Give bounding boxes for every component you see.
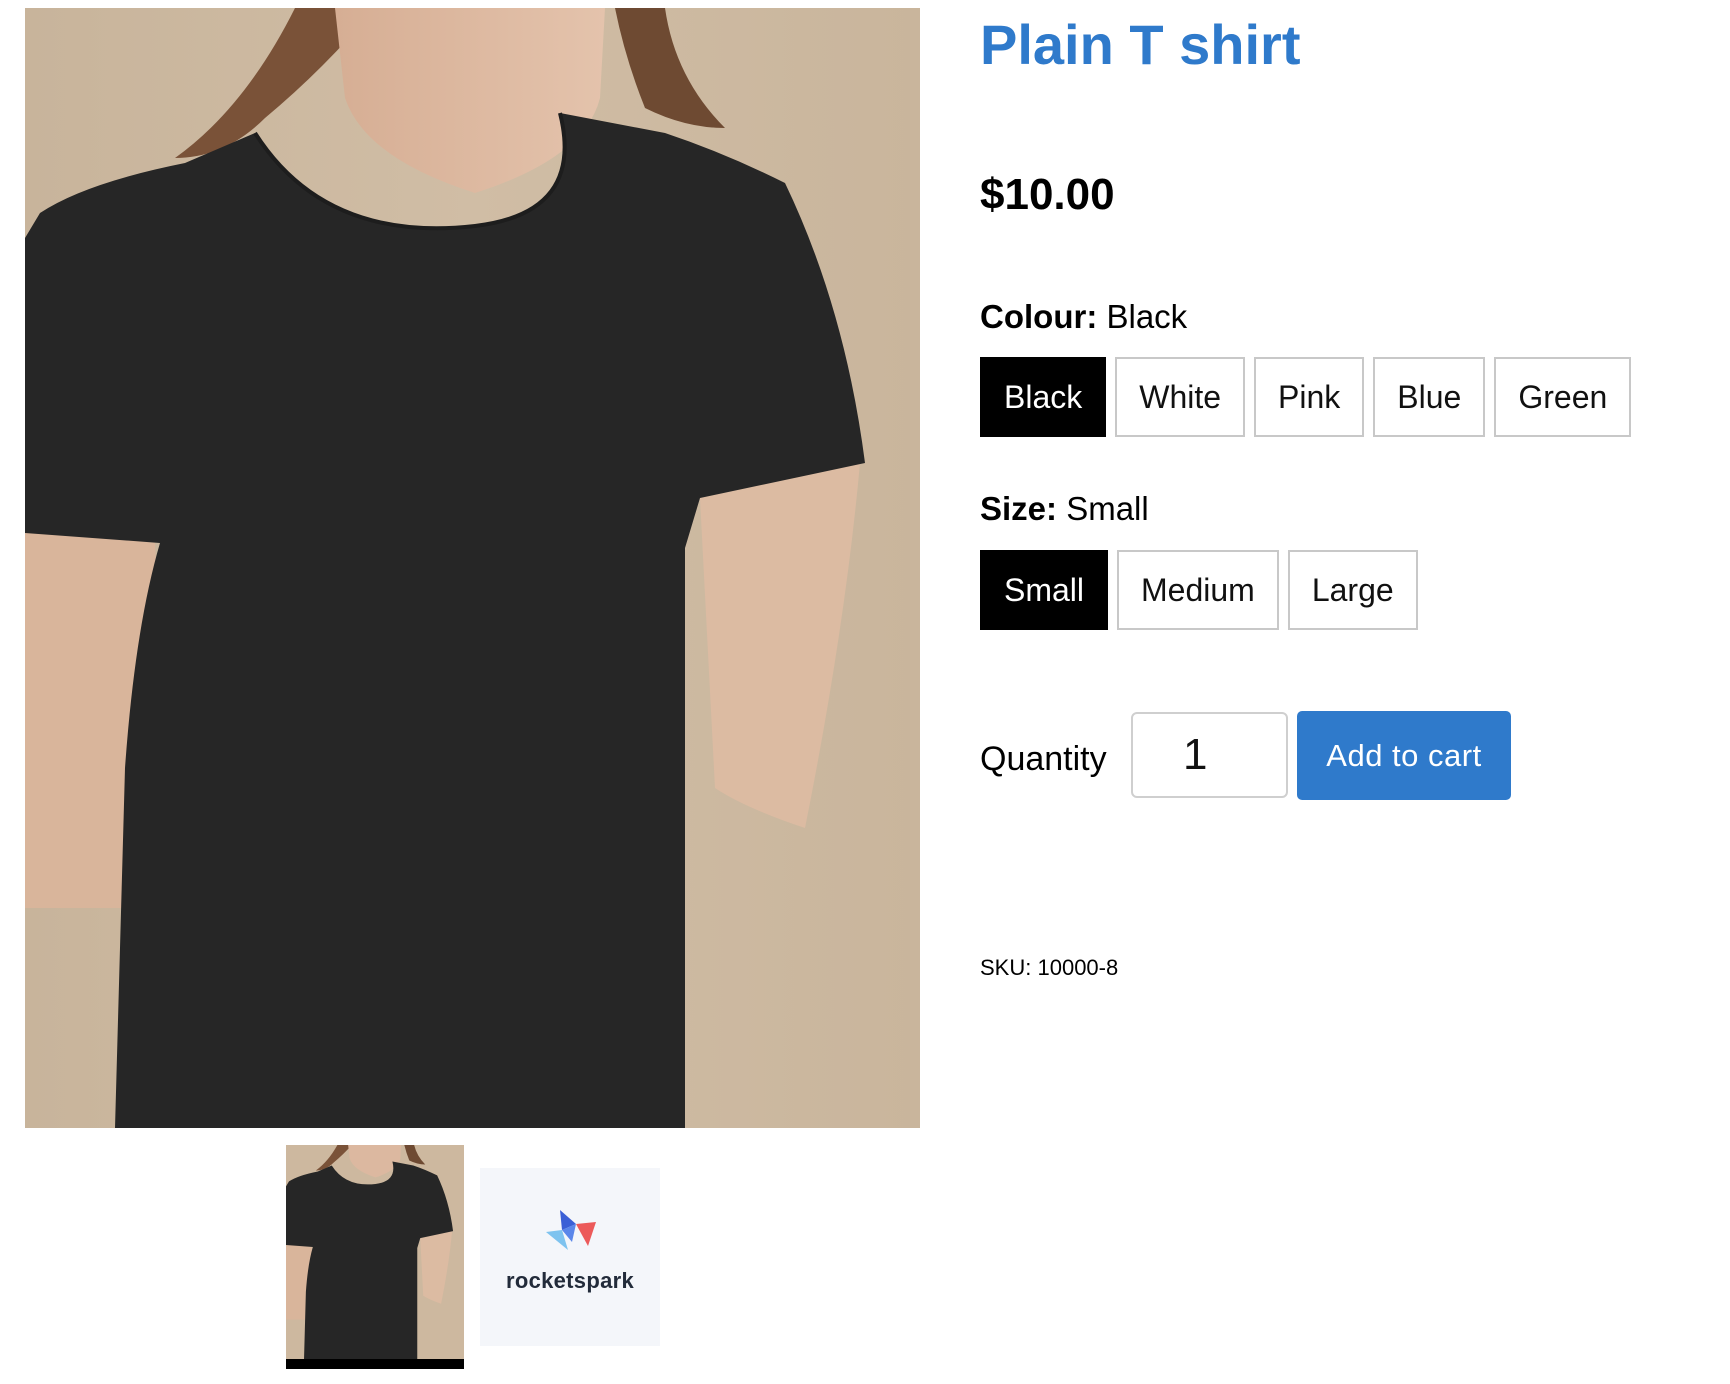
rocketspark-logo-icon (546, 1210, 596, 1250)
colour-swatch-black[interactable]: Black (980, 357, 1107, 437)
sku-label: SKU: (980, 955, 1032, 980)
colour-swatch-green[interactable]: Green (1494, 357, 1632, 437)
size-swatch-group: Small Medium Large (980, 550, 1418, 630)
colour-selected-value: Black (1106, 298, 1188, 335)
quantity-label: Quantity (980, 740, 1107, 778)
size-selected-value: Small (1066, 490, 1149, 527)
product-sku: SKU: 10000-8 (980, 955, 1118, 981)
tshirt-photo (25, 8, 920, 1128)
product-title: Plain T shirt (980, 13, 1301, 76)
active-thumbnail-indicator (286, 1359, 464, 1369)
tshirt-thumbnail-image (286, 1145, 464, 1359)
thumbnail-rocketspark-logo[interactable]: rocketspark (480, 1168, 660, 1346)
add-to-cart-button[interactable]: Add to cart (1297, 711, 1511, 800)
size-swatch-medium[interactable]: Medium (1117, 550, 1279, 630)
size-label-name: Size: (980, 490, 1058, 527)
sku-value: 10000-8 (1037, 955, 1119, 980)
main-product-image[interactable] (25, 8, 920, 1128)
size-swatch-small[interactable]: Small (980, 550, 1109, 630)
thumbnail-tshirt[interactable] (286, 1145, 464, 1369)
rocketspark-logo-text: rocketspark (505, 1268, 635, 1293)
size-swatch-large[interactable]: Large (1287, 550, 1418, 630)
colour-swatch-blue[interactable]: Blue (1373, 357, 1486, 437)
colour-swatch-group: Black White Pink Blue Green (980, 357, 1632, 437)
colour-label-name: Colour: (980, 298, 1098, 335)
quantity-input[interactable] (1131, 712, 1288, 798)
colour-swatch-white[interactable]: White (1115, 357, 1246, 437)
size-option-label: Size: Small (980, 490, 1149, 528)
colour-swatch-pink[interactable]: Pink (1254, 357, 1365, 437)
product-price: $10.00 (980, 170, 1115, 219)
colour-option-label: Colour: Black (980, 298, 1187, 336)
